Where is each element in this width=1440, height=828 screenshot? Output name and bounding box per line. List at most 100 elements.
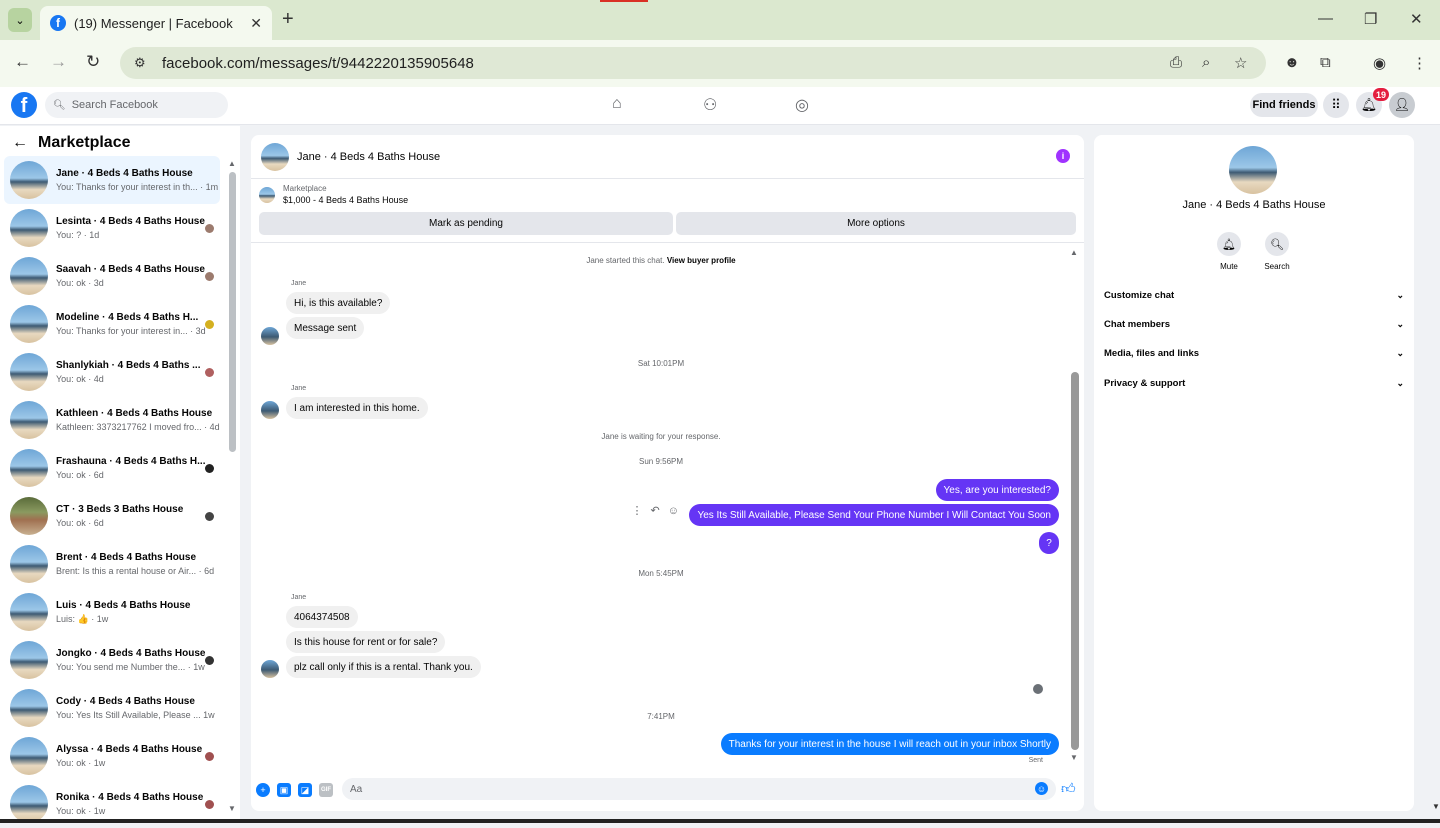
incoming-message[interactable]: 4064374508: [286, 606, 358, 628]
facebook-search-input[interactable]: 🔍︎ Search Facebook: [45, 92, 228, 118]
facebook-logo-icon[interactable]: f: [11, 92, 37, 118]
listing-thumbnail: [10, 449, 48, 487]
tab-search-dropdown[interactable]: ⌄: [8, 8, 32, 32]
zoom-icon[interactable]: ⌕: [1202, 54, 1210, 71]
conversation-name: Cody · 4 Beds 4 Baths House: [56, 696, 195, 707]
more-options-button[interactable]: More options: [676, 212, 1076, 235]
tab-bar: ⌄ f (19) Messenger | Facebook ✕ + — ❐ ✕: [0, 0, 1440, 40]
conversation-item[interactable]: Saavah · 4 Beds 4 Baths House You: ok · 3…: [4, 252, 220, 300]
menu-grid-icon[interactable]: ⠿: [1323, 92, 1349, 118]
message-input[interactable]: Aa: [342, 778, 1056, 800]
conversation-preview: You: ok · 3d: [56, 278, 104, 288]
marketplace-label: Marketplace: [283, 184, 327, 193]
scroll-up-arrow-icon[interactable]: ▲: [228, 159, 236, 168]
back-arrow-icon[interactable]: ←: [12, 134, 28, 152]
outgoing-message[interactable]: Thanks for your interest in the house I …: [720, 733, 1059, 755]
facebook-favicon-icon: f: [50, 15, 66, 31]
home-icon[interactable]: ⌂: [612, 95, 622, 113]
conversation-item[interactable]: Kathleen · 4 Beds 4 Baths House Kathleen:…: [4, 396, 220, 444]
mark-as-pending-button[interactable]: Mark as pending: [259, 212, 673, 235]
back-button[interactable]: ←: [14, 52, 31, 72]
sticker-icon[interactable]: ◪: [298, 783, 312, 797]
active-tab[interactable]: f (19) Messenger | Facebook ✕: [40, 6, 272, 40]
conversation-item[interactable]: Jane · 4 Beds 4 Baths House You: Thanks f…: [4, 156, 220, 204]
conversation-item[interactable]: Luis · 4 Beds 4 Baths House Luis: 👍 · 1w: [4, 588, 220, 636]
new-tab-button[interactable]: +: [282, 8, 294, 31]
chat-title[interactable]: Jane · 4 Beds 4 Baths House: [297, 151, 440, 163]
customize-chat-section[interactable]: Customize chat ⌄: [1104, 285, 1404, 305]
account-avatar[interactable]: 👤︎: [1389, 92, 1415, 118]
chat-started-text: Jane started this chat.: [586, 256, 665, 265]
sender-avatar[interactable]: [261, 660, 279, 678]
forward-button[interactable]: →: [50, 52, 67, 72]
close-tab-icon[interactable]: ✕: [250, 15, 262, 32]
conversation-item[interactable]: Brent · 4 Beds 4 Baths House Brent: Is th…: [4, 540, 220, 588]
minimize-button[interactable]: —: [1318, 10, 1333, 27]
extensions-puzzle-icon[interactable]: ⧉: [1320, 54, 1331, 71]
site-settings-icon[interactable]: ⚙: [134, 55, 150, 71]
conversation-preview: Brent: Is this a rental house or Air... …: [56, 566, 215, 576]
outgoing-message[interactable]: ?: [1039, 532, 1059, 554]
listing-thumbnail: [259, 186, 275, 203]
scroll-down-arrow-icon[interactable]: ▼: [1070, 753, 1078, 762]
friends-icon[interactable]: ⚇: [703, 95, 717, 115]
search-in-conversation-button[interactable]: 🔍︎ Search: [1252, 232, 1302, 271]
conversation-name: Modeline · 4 Beds 4 Baths H...: [56, 312, 199, 323]
privacy-support-section[interactable]: Privacy & support ⌄: [1104, 373, 1404, 393]
incoming-message[interactable]: plz call only if this is a rental. Thank…: [286, 656, 481, 678]
incoming-message[interactable]: Message sent: [286, 317, 365, 339]
address-bar[interactable]: ⚙ facebook.com/messages/t/94422201359056…: [120, 47, 1266, 79]
conversation-name: Shanlykiah · 4 Beds 4 Baths ...: [56, 360, 201, 371]
sender-name: Jane: [291, 385, 307, 392]
info-icon[interactable]: i: [1056, 149, 1070, 163]
reload-button[interactable]: ↻: [86, 52, 100, 72]
conversation-item[interactable]: Alyssa · 4 Beds 4 Baths House You: ok · 1…: [4, 732, 220, 780]
outgoing-message[interactable]: Yes, are you interested?: [935, 479, 1059, 501]
extension-robot-icon[interactable]: ☻: [1284, 54, 1300, 71]
conversation-item[interactable]: Lesinta · 4 Beds 4 Baths House You: ? · 1…: [4, 204, 220, 252]
listing-thumbnail: [10, 497, 48, 535]
sender-avatar[interactable]: [261, 401, 279, 419]
conversation-item[interactable]: Cody · 4 Beds 4 Baths House You: Yes Its …: [4, 684, 220, 732]
message-actions-icon[interactable]: ⋮↶☺: [632, 504, 687, 517]
incoming-message[interactable]: Is this house for rent or for sale?: [286, 631, 446, 653]
chat-avatar[interactable]: [261, 142, 289, 171]
conversation-preview: You: ? · 1d: [56, 230, 100, 240]
conversation-avatar[interactable]: [1229, 146, 1277, 194]
browser-menu-icon[interactable]: ⋮: [1412, 54, 1427, 72]
bookmark-star-icon[interactable]: ☆: [1234, 54, 1247, 72]
sidebar-scrollbar[interactable]: [229, 172, 236, 452]
conversation-item[interactable]: Modeline · 4 Beds 4 Baths H... You: Thank…: [4, 300, 220, 348]
mute-button[interactable]: 🔔︎ Mute: [1204, 232, 1254, 271]
page-scroll-down-arrow-icon[interactable]: ▼: [1432, 802, 1440, 811]
outgoing-message[interactable]: Yes Its Still Available, Please Send You…: [689, 504, 1059, 526]
emoji-icon[interactable]: ☺: [1035, 782, 1048, 795]
conversation-item[interactable]: CT · 3 Beds 3 Baths House You: ok · 6d: [4, 492, 220, 540]
sender-avatar[interactable]: [261, 327, 279, 345]
install-app-icon[interactable]: ⎙: [1170, 54, 1182, 71]
photo-icon[interactable]: ▣: [277, 783, 291, 797]
media-files-links-section[interactable]: Media, files and links ⌄: [1104, 343, 1404, 363]
conversation-preview: You: ok · 6d: [56, 470, 104, 480]
plus-icon[interactable]: +: [256, 783, 270, 797]
maximize-button[interactable]: ❐: [1364, 10, 1377, 28]
groups-icon[interactable]: ◎: [795, 95, 809, 115]
sender-name: Jane: [291, 594, 307, 601]
gif-icon[interactable]: GIF: [319, 783, 333, 797]
listing-summary[interactable]: Marketplace $1,000 - 4 Beds 4 Baths Hous…: [259, 184, 408, 205]
view-buyer-profile-link[interactable]: View buyer profile: [667, 256, 736, 265]
conversation-item[interactable]: Jongko · 4 Beds 4 Baths House You: You se…: [4, 636, 220, 684]
chat-scrollbar[interactable]: [1071, 372, 1079, 750]
conversation-item[interactable]: Shanlykiah · 4 Beds 4 Baths ... You: ok ·…: [4, 348, 220, 396]
incoming-message[interactable]: Hi, is this available?: [286, 292, 391, 314]
chat-members-section[interactable]: Chat members ⌄: [1104, 314, 1404, 334]
conversation-item[interactable]: Frashauna · 4 Beds 4 Baths H... You: ok ·…: [4, 444, 220, 492]
like-thumb-icon[interactable]: 👍︎: [1061, 780, 1076, 797]
profile-icon[interactable]: ◉: [1373, 54, 1386, 72]
incoming-message[interactable]: I am interested in this home.: [286, 397, 428, 419]
find-friends-button[interactable]: Find friends: [1250, 93, 1318, 117]
scroll-down-arrow-icon[interactable]: ▼: [228, 804, 236, 813]
close-window-button[interactable]: ✕: [1410, 10, 1423, 28]
scroll-up-arrow-icon[interactable]: ▲: [1070, 248, 1078, 257]
conversation-preview: You: ok · 4d: [56, 374, 104, 384]
